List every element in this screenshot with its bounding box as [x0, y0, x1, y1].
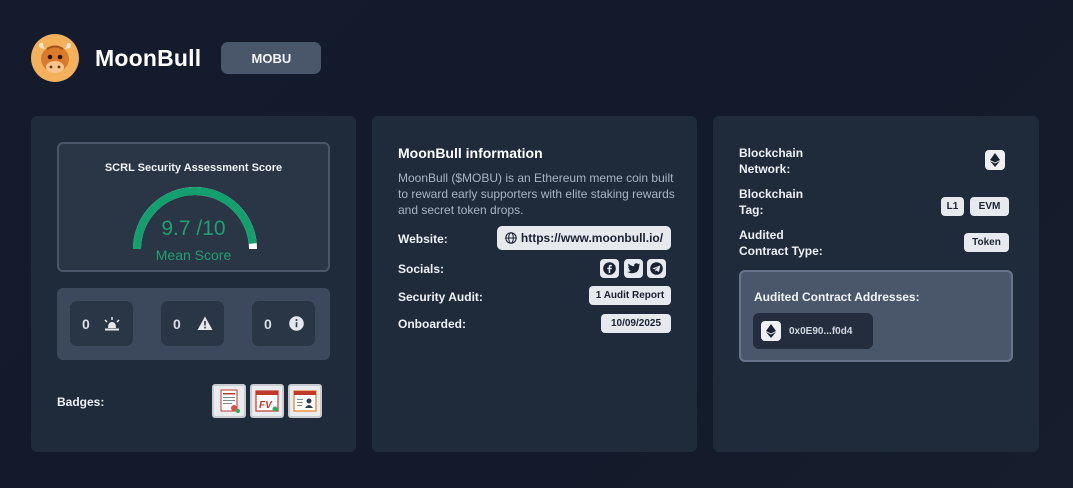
alarm-count-value: 0 [82, 315, 90, 332]
network-label-line1: Blockchain [739, 146, 804, 160]
security-score-panel: SCRL Security Assessment Score 9.7 /10 M… [57, 142, 330, 272]
onboarded-label: Onboarded: [398, 317, 466, 331]
info-count[interactable]: 0 [252, 301, 315, 346]
audit-certificate-icon[interactable] [212, 384, 246, 418]
network-label-line2: Network: [739, 162, 791, 176]
tag-label-line1: Blockchain [739, 187, 804, 201]
mean-score-label: Mean Score [155, 247, 232, 263]
contract-addresses-panel: Audited Contract Addresses: 0x0E90...f0d… [739, 270, 1013, 362]
twitter-icon[interactable] [624, 259, 643, 278]
badges-label: Badges: [57, 395, 105, 409]
tag-label-line2: Tag: [739, 203, 764, 217]
page-header: MoonBull MOBU [31, 34, 322, 82]
project-name: MoonBull [95, 44, 202, 71]
findings-summary: 0 0 0 [57, 288, 330, 360]
tag-l1: L1 [941, 197, 964, 216]
alarm-count[interactable]: 0 [70, 301, 133, 346]
ticker-badge: MOBU [221, 42, 322, 74]
warning-count-value: 0 [173, 315, 181, 332]
facebook-icon[interactable] [600, 259, 619, 278]
website-link[interactable]: https://www.moonbull.io/ [497, 226, 671, 250]
kyc-icon[interactable] [288, 384, 322, 418]
network-label: Blockchain Network: [739, 145, 803, 177]
contract-address: 0x0E90...f0d4 [789, 325, 853, 337]
warning-icon [197, 316, 213, 330]
svg-text:FV: FV [259, 400, 273, 411]
audit-report-link[interactable]: 1 Audit Report [589, 286, 671, 305]
globe-icon [505, 232, 517, 244]
contract-address-item[interactable]: 0x0E90...f0d4 [753, 313, 873, 349]
socials-label: Socials: [398, 262, 445, 276]
score-value: 9.7 /10 [161, 217, 226, 240]
score-label: SCRL Security Assessment Score [104, 162, 283, 174]
info-icon [289, 316, 304, 331]
blockchain-card: Blockchain Network: Blockchain Tag: L1 E… [713, 116, 1039, 452]
moonbull-logo [31, 34, 79, 82]
telegram-icon[interactable] [647, 259, 666, 278]
ethereum-icon [985, 150, 1005, 170]
alarm-icon [104, 316, 120, 330]
contract-type-value: Token [964, 233, 1009, 252]
score-card: SCRL Security Assessment Score 9.7 /10 M… [31, 116, 356, 452]
ethereum-icon [761, 321, 781, 341]
tag-evm: EVM [970, 197, 1009, 216]
website-url: https://www.moonbull.io/ [520, 231, 664, 245]
contract-type-label-line1: Audited [739, 228, 784, 242]
info-card: MoonBull information MoonBull ($MOBU) is… [372, 116, 697, 452]
website-label: Website: [398, 232, 448, 246]
security-audit-label: Security Audit: [398, 290, 483, 304]
tag-label: Blockchain Tag: [739, 186, 803, 218]
onboarded-date: 10/09/2025 [601, 314, 671, 333]
project-description: MoonBull ($MOBU) is an Ethereum meme coi… [398, 171, 675, 217]
warning-count[interactable]: 0 [161, 301, 224, 346]
formal-verification-icon[interactable]: FV [250, 384, 284, 418]
contract-type-label: Audited Contract Type: [739, 227, 823, 259]
contract-type-label-line2: Contract Type: [739, 244, 823, 258]
info-count-value: 0 [264, 315, 272, 332]
contract-addresses-label: Audited Contract Addresses: [754, 290, 920, 304]
info-title: MoonBull information [398, 145, 543, 161]
